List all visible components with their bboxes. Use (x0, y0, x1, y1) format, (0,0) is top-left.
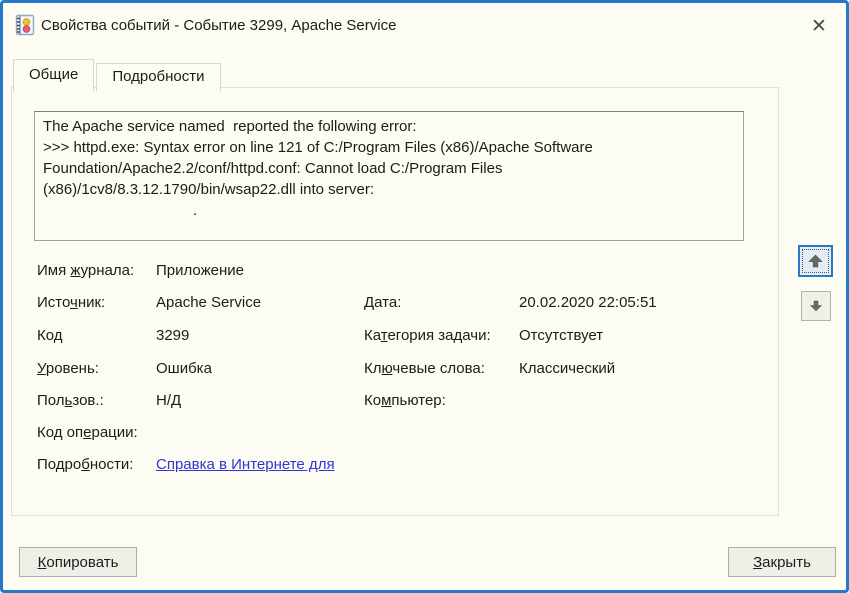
field-source-value: Apache Service (156, 294, 262, 311)
message-line: The Apache service named reported the fo… (43, 118, 417, 135)
field-level: Уровень: (37, 360, 99, 377)
window-title: Свойства событий - Событие 3299, Apache … (41, 17, 397, 34)
tab-strip: Общие Подробности (13, 59, 221, 92)
field-user-value: Н/Д (156, 392, 182, 409)
field-keywords-label: Ключевые слова: (364, 360, 485, 377)
field-event-id-label: Код (37, 327, 63, 344)
field-event-id: Код (37, 327, 63, 344)
field-date-label: Дата: (364, 294, 402, 311)
field-task-category-value: Отсутствует (519, 327, 604, 344)
field-task-category-label: Категория задачи: (364, 327, 491, 344)
field-source-label: Источник: (37, 294, 106, 311)
field-event-id-value: 3299 (156, 327, 190, 344)
close-icon[interactable]: ✕ (804, 11, 834, 41)
next-event-button[interactable] (801, 291, 831, 321)
field-more-info: Подробности: (37, 456, 133, 473)
field-computer-label: Компьютер: (364, 392, 446, 409)
field-opcode-label: Код операции: (37, 424, 138, 441)
title-bar: Свойства событий - Событие 3299, Apache … (3, 3, 846, 49)
tab-general[interactable]: Общие (13, 59, 95, 92)
online-help-link[interactable]: Справка в Интернете для (156, 456, 335, 473)
field-opcode: Код операции: (37, 424, 138, 441)
field-task-category: Категория задачи: (364, 327, 491, 344)
previous-event-button[interactable] (798, 245, 833, 277)
field-level-label: Уровень: (37, 360, 99, 377)
field-log-name-value: Приложение (156, 262, 244, 279)
tab-details[interactable]: Подробности (96, 63, 221, 91)
event-message-box[interactable]: The Apache service named reported the fo… (34, 111, 744, 241)
field-user-label: Пользов.: (37, 392, 104, 409)
message-line: . (43, 202, 198, 219)
field-keywords: Ключевые слова: (364, 360, 485, 377)
general-tab-page: The Apache service named reported the fo… (11, 87, 779, 516)
event-log-icon (15, 14, 35, 36)
event-properties-dialog: Свойства событий - Событие 3299, Apache … (0, 0, 849, 593)
field-log-name: Имя журнала: (37, 262, 134, 279)
field-user: Пользов.: (37, 392, 104, 409)
field-more-info-label: Подробности: (37, 456, 134, 473)
message-line: Foundation/Apache2.2/conf/httpd.conf: Ca… (43, 160, 503, 177)
field-date-value: 20.02.2020 22:05:51 (519, 294, 657, 311)
field-log-name-label: Имя журнала: (37, 262, 135, 279)
field-keywords-value: Классический (519, 360, 616, 377)
message-line: >>> httpd.exe: Syntax error on line 121 … (43, 139, 593, 156)
copy-button[interactable]: Копировать (19, 547, 137, 577)
field-level-value: Ошибка (156, 360, 212, 377)
field-computer: Компьютер: (364, 392, 446, 409)
field-source: Источник: (37, 294, 105, 311)
arrow-up-icon (808, 254, 823, 268)
close-button[interactable]: Закрыть (728, 547, 836, 577)
field-date: Дата: (364, 294, 401, 311)
arrow-down-icon (809, 300, 823, 312)
message-line: (x86)/1cv8/8.3.12.1790/bin/wsap22.dll in… (43, 181, 375, 198)
